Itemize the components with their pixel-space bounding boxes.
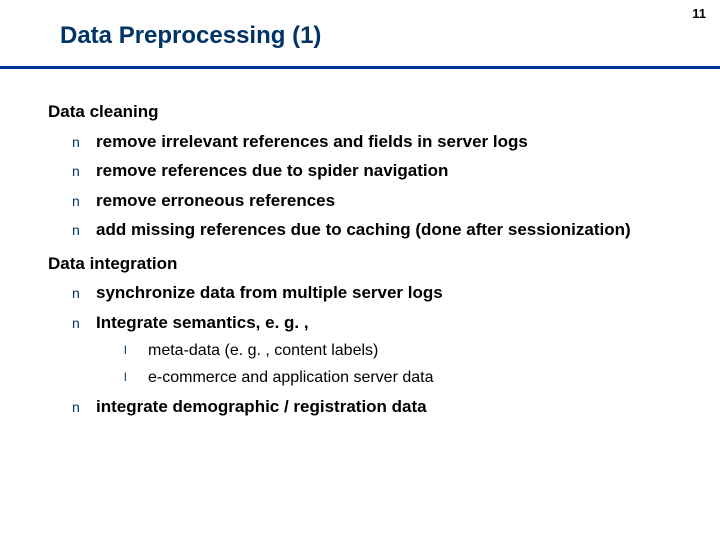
list-item-text: remove irrelevant references and fields … <box>96 132 680 152</box>
bullet-n-icon: n <box>72 222 96 238</box>
bullet-n-icon: n <box>72 193 96 209</box>
list-item: n remove irrelevant references and field… <box>72 132 680 152</box>
bullet-n-icon: n <box>72 134 96 150</box>
section-heading: Data cleaning <box>48 102 680 122</box>
slide: 11 Data Preprocessing (1) Data cleaning … <box>0 0 720 540</box>
section-heading: Data integration <box>48 254 680 274</box>
bullet-n-icon: n <box>72 399 96 415</box>
slide-body: Data cleaning n remove irrelevant refere… <box>48 88 680 427</box>
sub-list-item: l e-commerce and application server data <box>124 369 680 387</box>
list-item: n synchronize data from multiple server … <box>72 283 680 303</box>
page-number: 11 <box>692 6 706 21</box>
list-item: n remove erroneous references <box>72 191 680 211</box>
list-item: n add missing references due to caching … <box>72 220 680 240</box>
title-underline <box>0 66 720 69</box>
bullet-n-icon: n <box>72 285 96 301</box>
sub-list-item: l meta-data (e. g. , content labels) <box>124 342 680 360</box>
bullet-n-icon: n <box>72 163 96 179</box>
list-item: n Integrate semantics, e. g. , <box>72 313 680 333</box>
list-item-text: Integrate semantics, e. g. , <box>96 313 680 333</box>
bullet-n-icon: n <box>72 315 96 331</box>
list-item: n integrate demographic / registration d… <box>72 397 680 417</box>
sub-list-item-text: meta-data (e. g. , content labels) <box>148 342 680 360</box>
list-item-text: remove erroneous references <box>96 191 680 211</box>
list-item: n remove references due to spider naviga… <box>72 161 680 181</box>
bullet-l-icon: l <box>124 371 148 385</box>
list-item-text: remove references due to spider navigati… <box>96 161 680 181</box>
list-item-text: integrate demographic / registration dat… <box>96 397 680 417</box>
sub-list-item-text: e-commerce and application server data <box>148 369 680 387</box>
bullet-l-icon: l <box>124 344 148 358</box>
list-item-text: add missing references due to caching (d… <box>96 220 680 240</box>
slide-title: Data Preprocessing (1) <box>60 22 321 50</box>
list-item-text: synchronize data from multiple server lo… <box>96 283 680 303</box>
